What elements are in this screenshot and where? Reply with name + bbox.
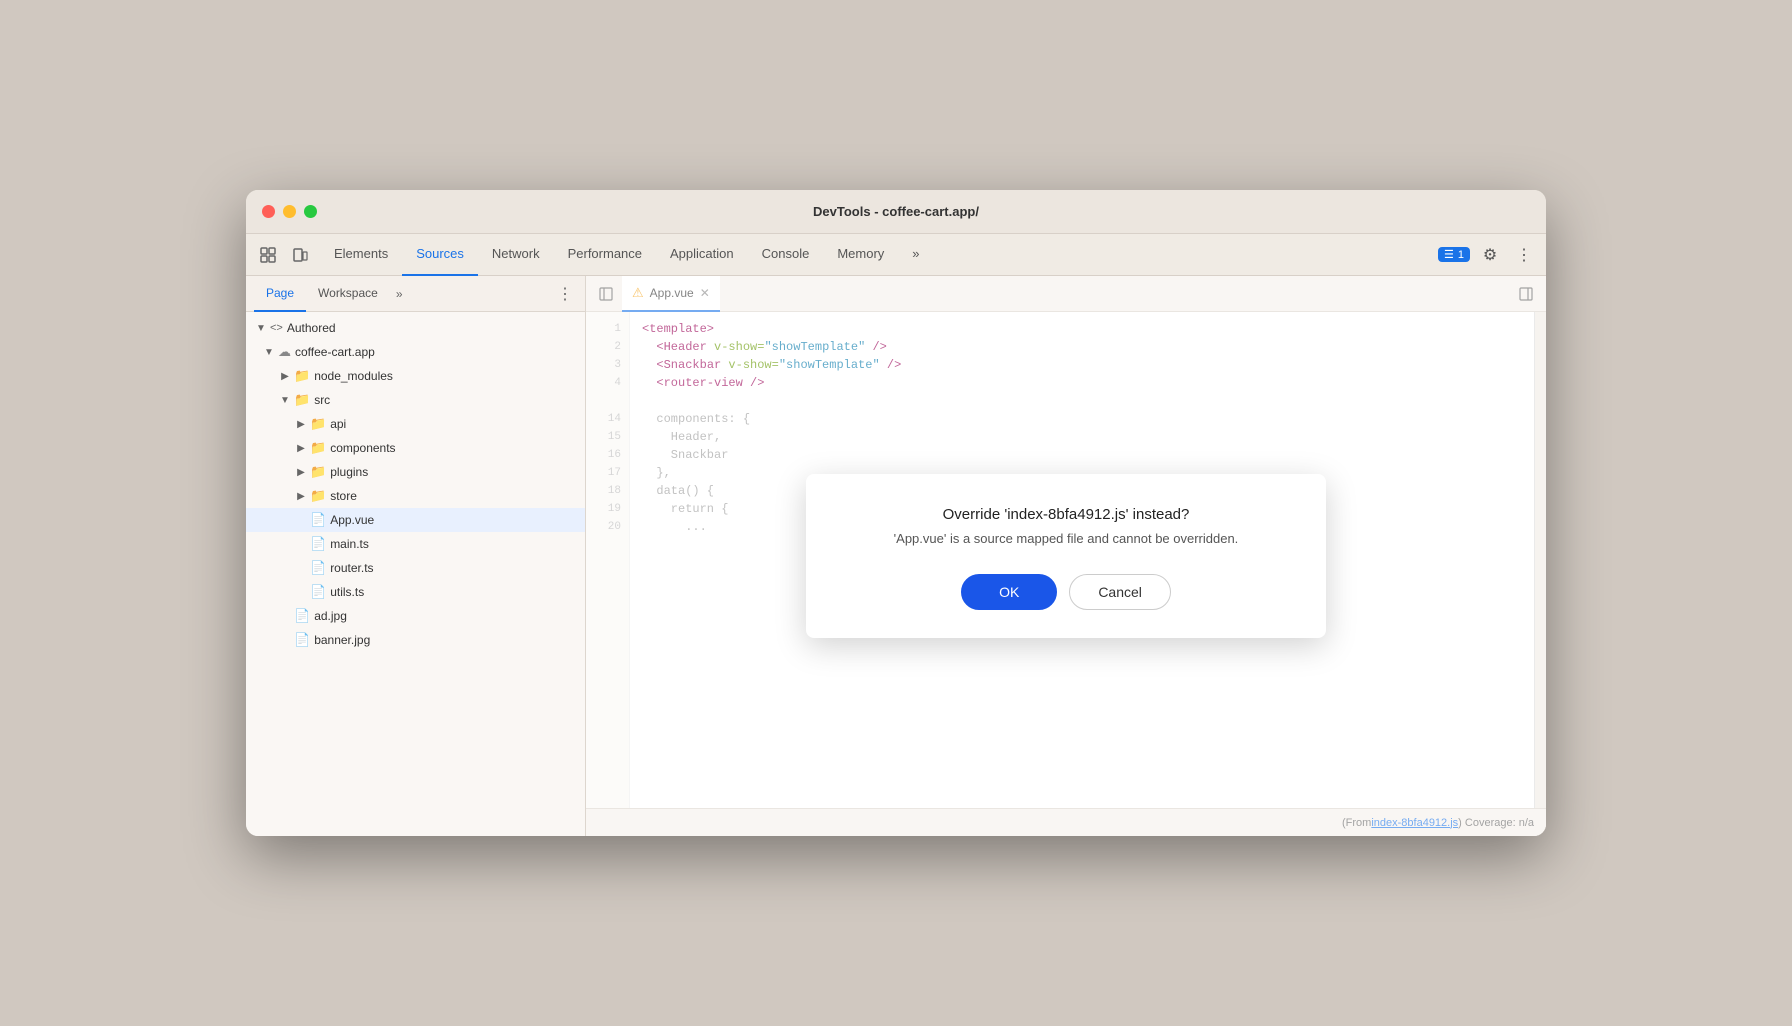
dialog-title: Override 'index-8bfa4912.js' instead? xyxy=(846,506,1286,523)
folder-plugins-icon: 📁 xyxy=(310,464,326,480)
tab-sources[interactable]: Sources xyxy=(402,234,478,276)
tab-more[interactable]: » xyxy=(898,234,933,276)
tab-memory[interactable]: Memory xyxy=(823,234,898,276)
sidebar-tabbar: Page Workspace » ⋮ xyxy=(246,276,585,312)
window-title: DevTools - coffee-cart.app/ xyxy=(813,204,979,219)
tree-api[interactable]: ▶ 📁 api xyxy=(246,412,585,436)
more-options-button[interactable]: ⋮ xyxy=(1510,241,1538,269)
main-tabbar: Elements Sources Network Performance App… xyxy=(246,234,1546,276)
sidebar-tab-workspace[interactable]: Workspace xyxy=(306,276,390,312)
tree-coffee-cart[interactable]: ▼ ☁ coffee-cart.app xyxy=(246,340,585,364)
tree-app-vue[interactable]: 📄 App.vue xyxy=(246,508,585,532)
folder-node-modules-icon: 📁 xyxy=(294,368,310,384)
authored-brackets-icon: <> xyxy=(270,322,283,334)
sidebar-menu-button[interactable]: ⋮ xyxy=(553,284,577,304)
main-content: Page Workspace » ⋮ ▼ <> Authored xyxy=(246,276,1546,836)
device-icon[interactable] xyxy=(286,241,314,269)
tree-arrow-authored: ▼ xyxy=(254,321,268,335)
tree-router-ts[interactable]: 📄 router.ts xyxy=(246,556,585,580)
tree-store[interactable]: ▶ 📁 store xyxy=(246,484,585,508)
tree-src[interactable]: ▼ 📁 src xyxy=(246,388,585,412)
tab-performance[interactable]: Performance xyxy=(554,234,656,276)
file-banner-jpg-icon: 📄 xyxy=(294,632,310,648)
tree-arrow-api: ▶ xyxy=(294,417,308,431)
tabbar-right-actions: ☰ 1 ⚙ ⋮ xyxy=(1438,241,1538,269)
code-panel: ⚠ App.vue ✕ 1 2 3 4 xyxy=(586,276,1546,836)
sidebar: Page Workspace » ⋮ ▼ <> Authored xyxy=(246,276,586,836)
maximize-button[interactable] xyxy=(304,205,317,218)
dialog-overlay: Override 'index-8bfa4912.js' instead? 'A… xyxy=(586,276,1546,836)
inspect-icon[interactable] xyxy=(254,241,282,269)
tree-arrow-node-modules: ▶ xyxy=(278,369,292,383)
console-badge[interactable]: ☰ 1 xyxy=(1438,247,1470,262)
folder-components-icon: 📁 xyxy=(310,440,326,456)
tree-arrow-src: ▼ xyxy=(278,393,292,407)
tab-application[interactable]: Application xyxy=(656,234,748,276)
tree-utils-ts[interactable]: 📄 utils.ts xyxy=(246,580,585,604)
file-router-ts-icon: 📄 xyxy=(310,560,326,576)
tree-arrow-coffee-cart: ▼ xyxy=(262,345,276,359)
ok-button[interactable]: OK xyxy=(961,574,1057,610)
file-app-vue-icon: 📄 xyxy=(310,512,326,528)
tree-node-modules[interactable]: ▶ 📁 node_modules xyxy=(246,364,585,388)
devtools-window: DevTools - coffee-cart.app/ Elements Sou… xyxy=(246,190,1546,836)
sidebar-tab-more[interactable]: » xyxy=(390,287,409,301)
window-controls xyxy=(262,205,317,218)
cloud-icon: ☁ xyxy=(278,344,291,360)
minimize-button[interactable] xyxy=(283,205,296,218)
tree-banner-jpg[interactable]: 📄 banner.jpg xyxy=(246,628,585,652)
settings-button[interactable]: ⚙ xyxy=(1476,241,1504,269)
tree-plugins[interactable]: ▶ 📁 plugins xyxy=(246,460,585,484)
tree-arrow-store: ▶ xyxy=(294,489,308,503)
file-ad-jpg-icon: 📄 xyxy=(294,608,310,624)
dialog-buttons: OK Cancel xyxy=(846,574,1286,610)
file-main-ts-icon: 📄 xyxy=(310,536,326,552)
tree-main-ts[interactable]: 📄 main.ts xyxy=(246,532,585,556)
tab-network[interactable]: Network xyxy=(478,234,554,276)
tab-console[interactable]: Console xyxy=(748,234,824,276)
tree-ad-jpg[interactable]: 📄 ad.jpg xyxy=(246,604,585,628)
tree-authored-section[interactable]: ▼ <> Authored xyxy=(246,316,585,340)
folder-api-icon: 📁 xyxy=(310,416,326,432)
file-tree: ▼ <> Authored ▼ ☁ coffee-cart.app ▶ 📁 no… xyxy=(246,312,585,836)
tree-arrow-plugins: ▶ xyxy=(294,465,308,479)
tree-components[interactable]: ▶ 📁 components xyxy=(246,436,585,460)
tab-elements[interactable]: Elements xyxy=(320,234,402,276)
file-utils-ts-icon: 📄 xyxy=(310,584,326,600)
dialog-message: 'App.vue' is a source mapped file and ca… xyxy=(846,531,1286,546)
sidebar-tab-page[interactable]: Page xyxy=(254,276,306,312)
tree-arrow-components: ▶ xyxy=(294,441,308,455)
dialog: Override 'index-8bfa4912.js' instead? 'A… xyxy=(806,474,1326,638)
folder-store-icon: 📁 xyxy=(310,488,326,504)
cancel-button[interactable]: Cancel xyxy=(1069,574,1171,610)
titlebar: DevTools - coffee-cart.app/ xyxy=(246,190,1546,234)
close-button[interactable] xyxy=(262,205,275,218)
folder-src-icon: 📁 xyxy=(294,392,310,408)
